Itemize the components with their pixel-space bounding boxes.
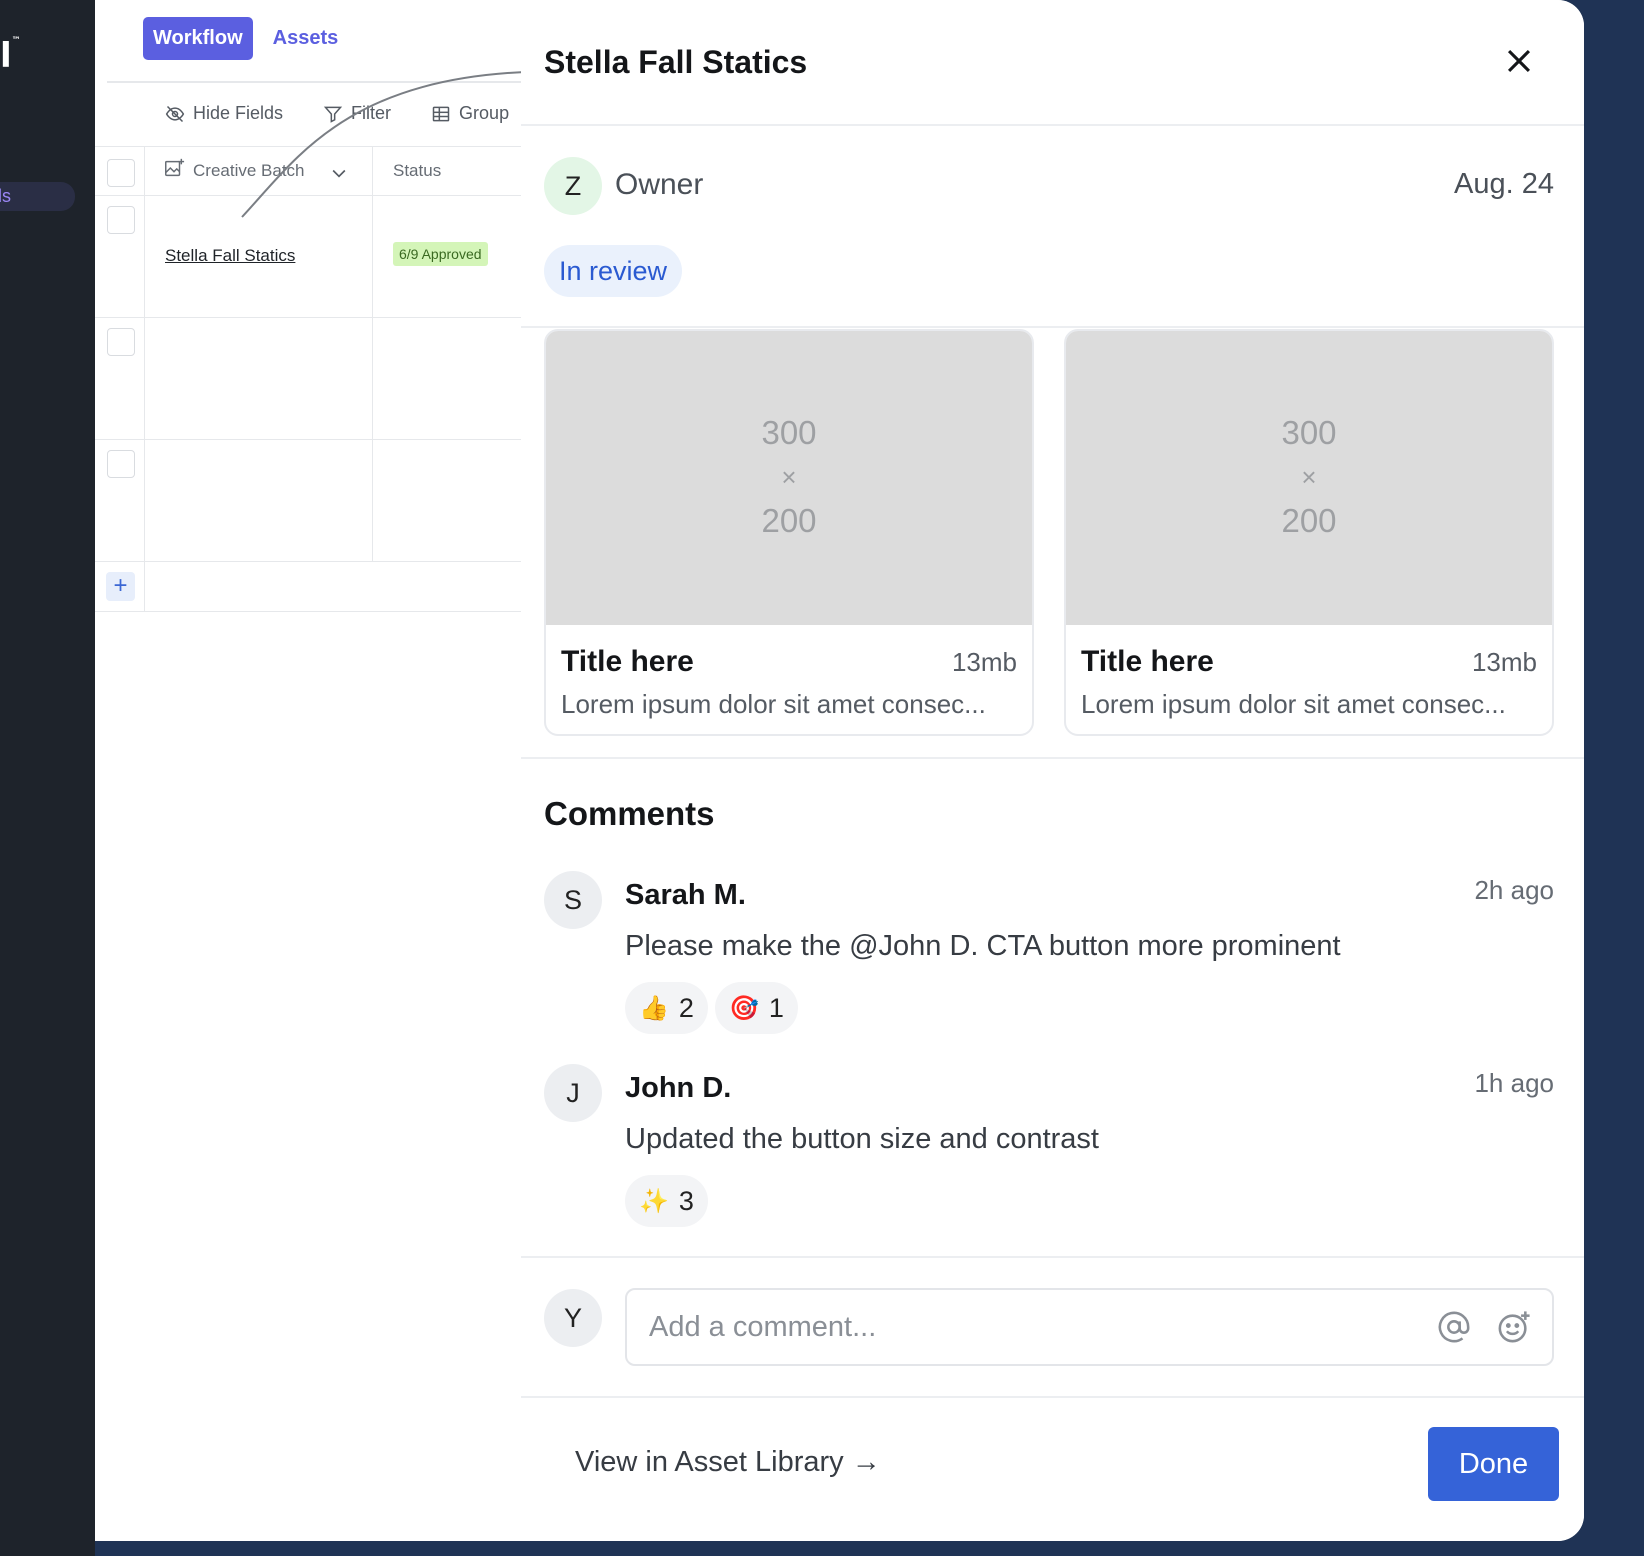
- reaction-count: 3: [678, 1186, 694, 1216]
- select-all-checkbox[interactable]: [107, 159, 135, 187]
- add-emoji-icon[interactable]: [1497, 1310, 1531, 1344]
- status-cell: [373, 440, 525, 561]
- done-button[interactable]: Done: [1428, 1427, 1559, 1501]
- comment-text: Updated the button size and contrast: [625, 1123, 1099, 1155]
- app-logo: l™: [0, 36, 21, 76]
- reaction-count: 2: [678, 993, 694, 1023]
- batch-detail-drawer: Stella Fall Statics Z Owner Aug. 24 In r…: [521, 0, 1584, 1541]
- eye-off-icon: [165, 105, 185, 122]
- row-select-cell: [95, 196, 145, 317]
- row-checkbox[interactable]: [107, 328, 135, 356]
- tab-assets[interactable]: Assets: [263, 17, 349, 60]
- row-select-cell: [95, 440, 145, 561]
- drawer-title: Stella Fall Statics: [544, 44, 808, 80]
- view-in-asset-library-link[interactable]: View in Asset Library →: [575, 1446, 881, 1479]
- mention-icon[interactable]: [1437, 1310, 1471, 1344]
- asset-card[interactable]: 300 × 200 Title here 13mb Lorem ipsum do…: [1064, 329, 1554, 736]
- divider: [521, 1256, 1584, 1258]
- table-row[interactable]: [95, 440, 525, 562]
- row-checkbox[interactable]: [107, 450, 135, 478]
- batch-name-link[interactable]: Stella Fall Statics: [165, 246, 295, 266]
- commenter-avatar: J: [544, 1064, 602, 1122]
- owner-label: Owner: [615, 168, 704, 201]
- table-row[interactable]: [95, 318, 525, 440]
- current-user-avatar: Y: [544, 1289, 602, 1347]
- asset-title: Title here: [1081, 645, 1214, 678]
- comment-author: John D.: [625, 1072, 732, 1104]
- placeholder-width: 300: [1281, 414, 1337, 451]
- comments-heading: Comments: [544, 795, 715, 832]
- add-row-cell: +: [95, 562, 145, 611]
- placeholder-times: ×: [781, 462, 797, 492]
- asset-thumbnail: 300 × 200: [1066, 331, 1552, 625]
- divider: [521, 326, 1584, 328]
- comment-author: Sarah M.: [625, 879, 746, 911]
- asset-description: Lorem ipsum dolor sit amet consec...: [561, 689, 986, 719]
- comment-time: 2h ago: [1474, 875, 1554, 905]
- asset-size: 13mb: [951, 647, 1017, 677]
- divider: [521, 757, 1584, 759]
- tab-workflow[interactable]: Workflow: [143, 17, 253, 60]
- asset-thumbnail: 300 × 200: [546, 331, 1032, 625]
- add-row-button[interactable]: +: [106, 572, 135, 601]
- close-icon[interactable]: [1502, 44, 1536, 78]
- comment-time: 1h ago: [1474, 1068, 1554, 1098]
- add-row: +: [95, 562, 525, 612]
- workflow-view: Workflow Assets Hide Fields Filter Group: [95, 0, 527, 1541]
- image-add-icon: [165, 158, 185, 177]
- reaction-chip[interactable]: 👍 2: [625, 982, 708, 1034]
- app-window: Workflow Assets Hide Fields Filter Group: [95, 0, 1584, 1541]
- app-sidebar: l™ ls: [0, 0, 95, 1556]
- approved-badge: 6/9 Approved: [393, 242, 488, 266]
- divider: [521, 124, 1584, 126]
- reaction-chip[interactable]: ✨ 3: [625, 1175, 708, 1227]
- status-badge[interactable]: In review: [544, 245, 683, 297]
- status-cell: [373, 318, 525, 439]
- placeholder-width: 300: [761, 414, 817, 451]
- target-icon: 🎯: [729, 994, 759, 1022]
- comment-composer: [625, 1288, 1554, 1366]
- thumbs-up-icon: 👍: [639, 994, 669, 1022]
- sidebar-nav-item-active[interactable]: ls: [0, 182, 75, 211]
- connector-line: [241, 71, 526, 218]
- select-all-cell: [95, 147, 145, 195]
- placeholder-height: 200: [1281, 502, 1337, 539]
- commenter-avatar: S: [544, 871, 602, 929]
- asset-size: 13mb: [1471, 647, 1537, 677]
- reaction-count: 1: [768, 993, 784, 1023]
- row-select-cell: [95, 318, 145, 439]
- row-checkbox[interactable]: [107, 206, 135, 234]
- asset-title: Title here: [561, 645, 694, 678]
- owner-avatar: Z: [544, 157, 602, 215]
- sparkles-icon: ✨: [639, 1187, 669, 1215]
- due-date: Aug. 24: [1454, 168, 1554, 200]
- placeholder-height: 200: [761, 502, 817, 539]
- placeholder-times: ×: [1301, 462, 1317, 492]
- batch-name-cell: [145, 318, 373, 439]
- comment-input[interactable]: [649, 1304, 1409, 1350]
- comment-text: Please make the @John D. CTA button more…: [625, 930, 1341, 962]
- batch-name-cell: [145, 440, 373, 561]
- asset-description: Lorem ipsum dolor sit amet consec...: [1081, 689, 1506, 719]
- asset-card[interactable]: 300 × 200 Title here 13mb Lorem ipsum do…: [544, 329, 1034, 736]
- divider: [521, 1396, 1584, 1398]
- view-tabs: Workflow Assets: [143, 17, 348, 60]
- reaction-chip[interactable]: 🎯 1: [715, 982, 798, 1034]
